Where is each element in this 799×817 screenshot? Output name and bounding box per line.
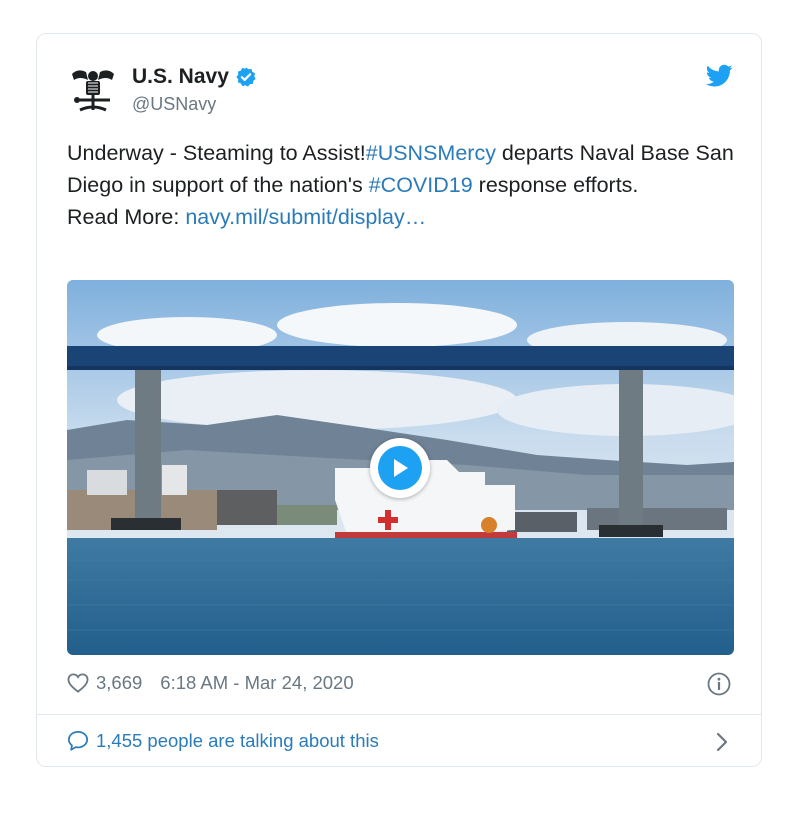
heart-icon[interactable] bbox=[67, 673, 89, 693]
divider bbox=[37, 714, 761, 715]
read-more-label: Read More: bbox=[67, 205, 186, 229]
tweet-text-part: Underway - Steaming to Assist! bbox=[67, 141, 366, 165]
article-link[interactable]: navy.mil/submit/display… bbox=[185, 205, 426, 229]
play-icon bbox=[378, 446, 422, 490]
hashtag-usnsmercy-link[interactable]: #USNSMercy bbox=[366, 141, 496, 165]
video-thumbnail[interactable] bbox=[67, 280, 734, 655]
like-count[interactable]: 3,669 bbox=[96, 672, 142, 694]
twitter-bird-icon[interactable] bbox=[706, 64, 733, 88]
conversation-link[interactable]: 1,455 people are talking about this bbox=[67, 730, 379, 752]
verified-badge-icon bbox=[236, 67, 256, 87]
navy-eagle-logo[interactable] bbox=[68, 64, 118, 114]
author-handle[interactable]: @USNavy bbox=[132, 94, 216, 115]
talking-count-label[interactable]: 1,455 people are talking about this bbox=[96, 730, 379, 752]
tweet-timestamp[interactable]: 6:18 AM - Mar 24, 2020 bbox=[160, 672, 353, 694]
info-icon[interactable] bbox=[707, 672, 731, 696]
speech-bubble-icon bbox=[67, 730, 89, 751]
chevron-right-icon[interactable] bbox=[715, 732, 729, 752]
play-button[interactable] bbox=[370, 438, 430, 498]
hashtag-covid19-link[interactable]: #COVID19 bbox=[369, 173, 473, 197]
tweet-card[interactable]: U.S. Navy @USNavy Underway - Steaming to… bbox=[36, 33, 762, 767]
tweet-text: Underway - Steaming to Assist!#USNSMercy… bbox=[67, 137, 737, 233]
author-name[interactable]: U.S. Navy bbox=[132, 65, 229, 89]
tweet-text-part: response efforts. bbox=[472, 173, 639, 197]
